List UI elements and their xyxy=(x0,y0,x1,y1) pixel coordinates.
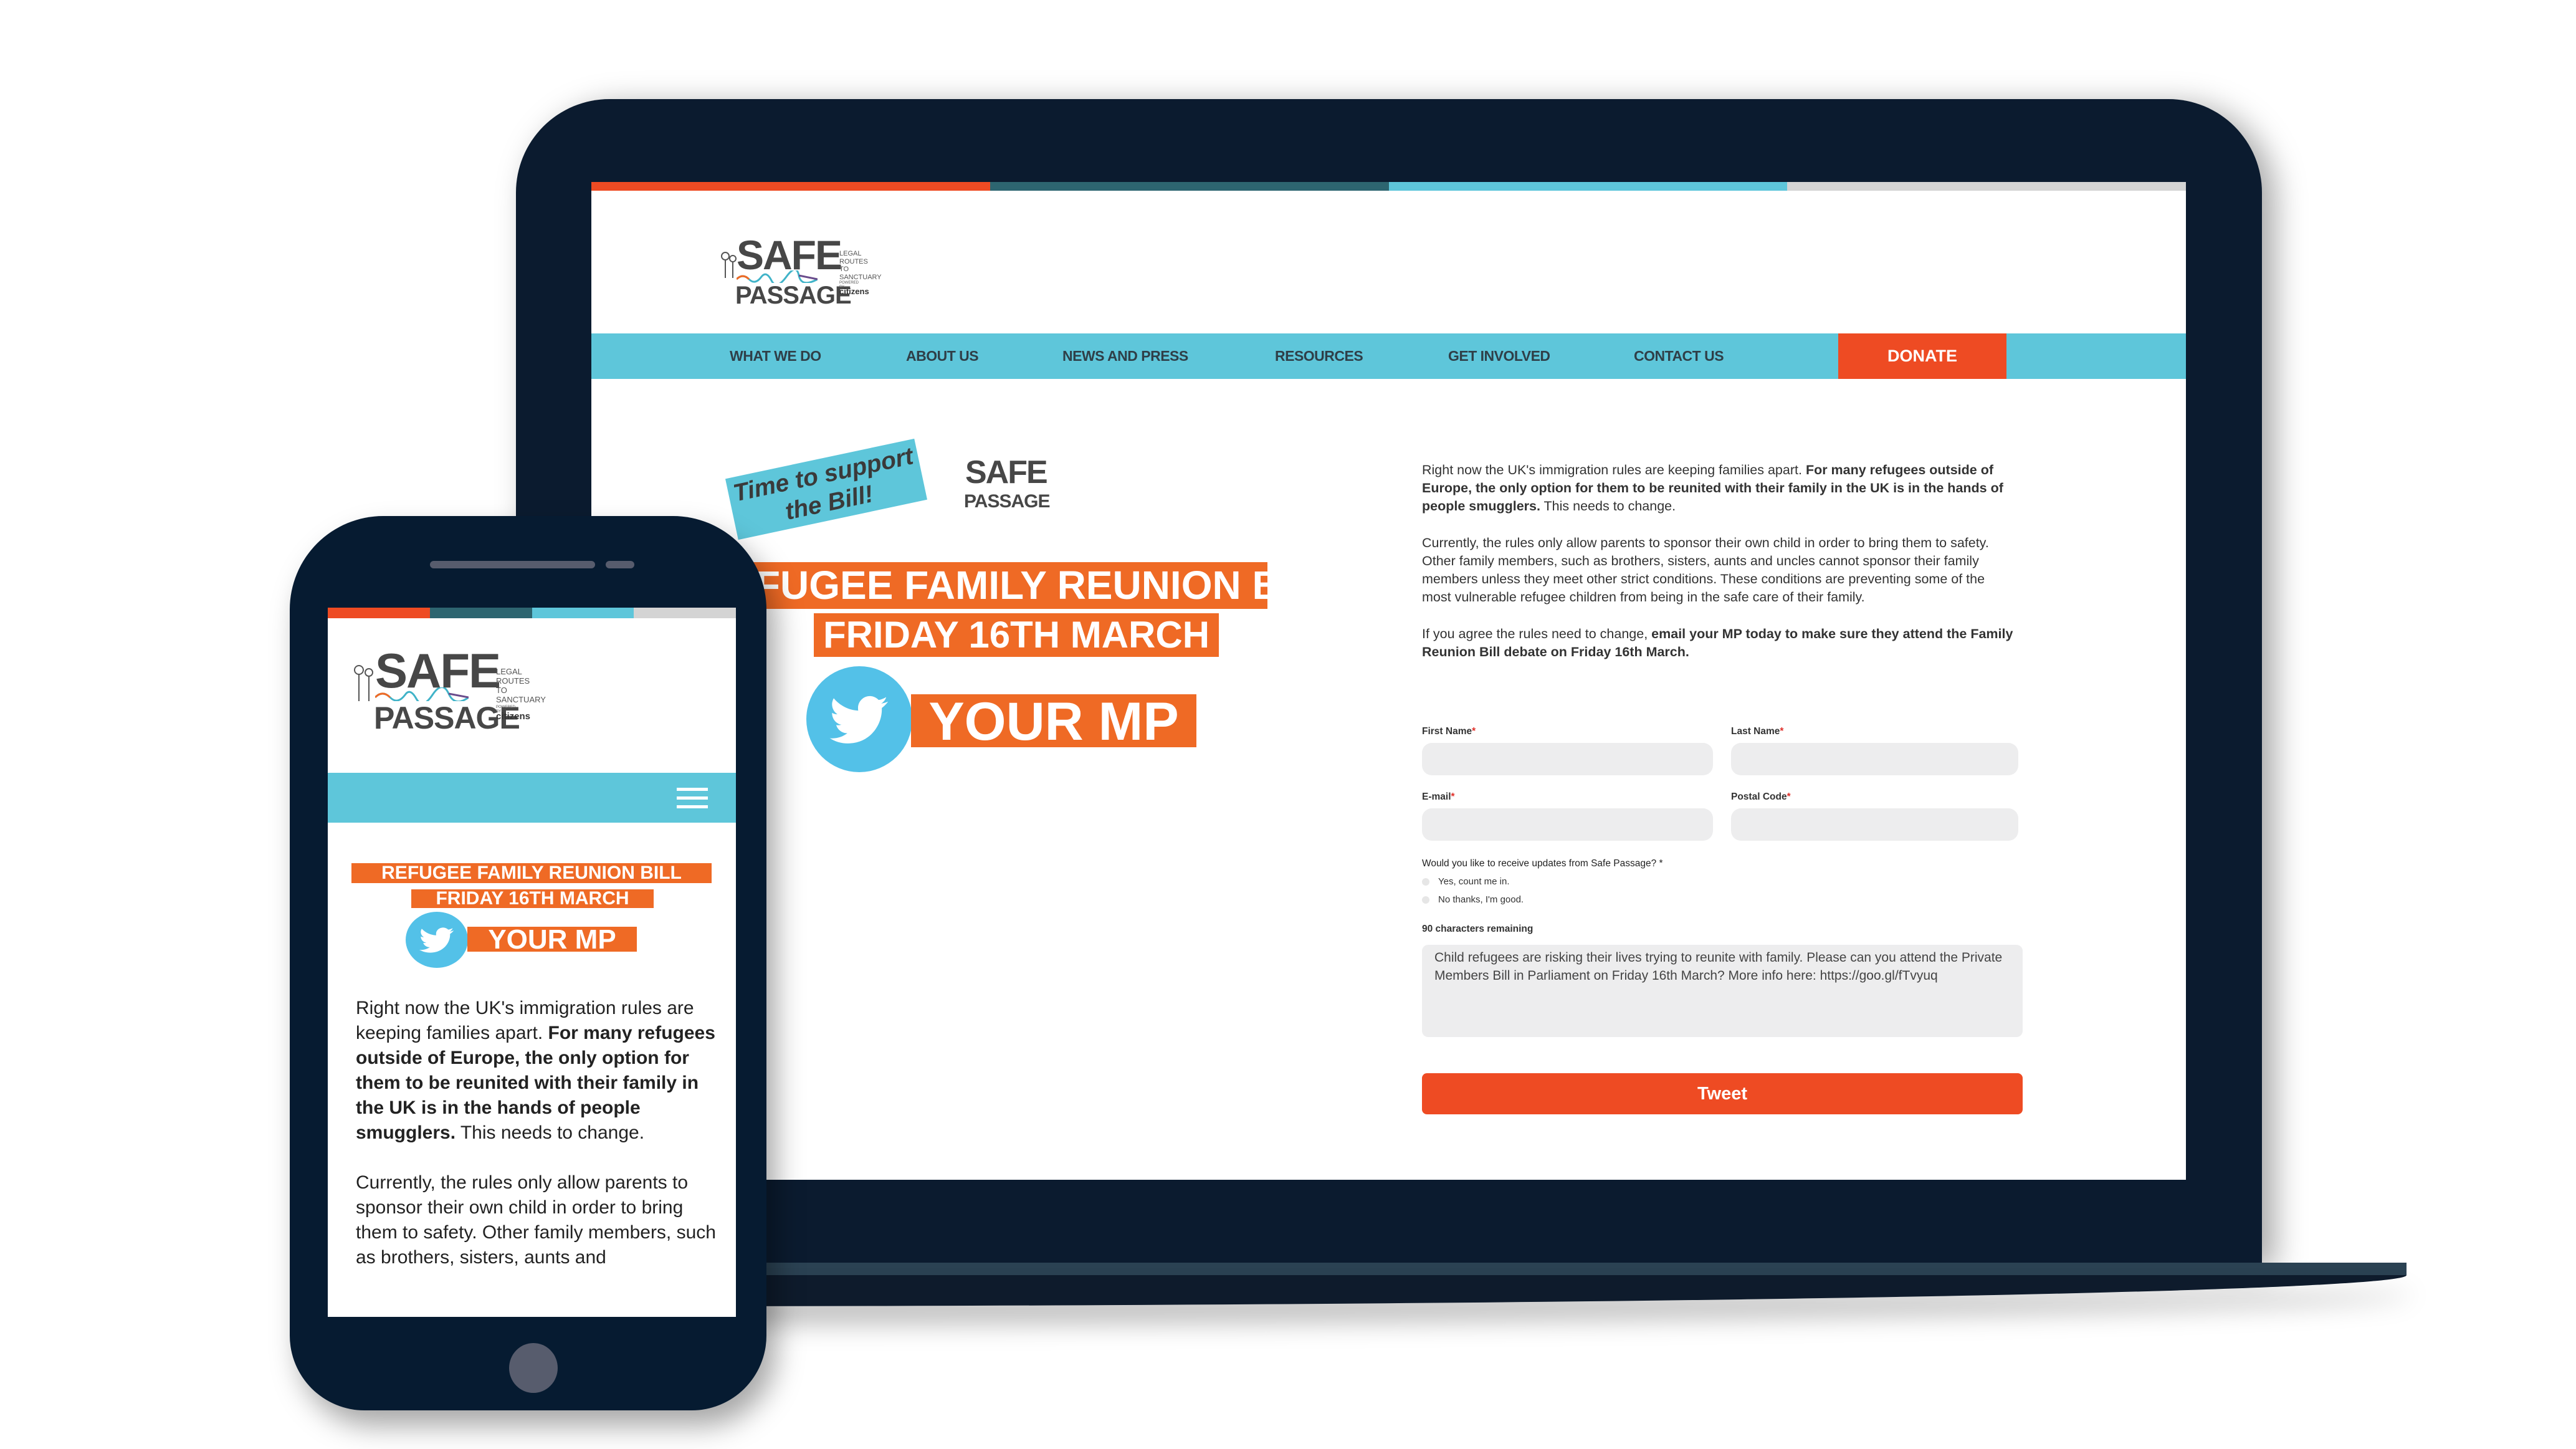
phone-intro-copy: Right now the UK's immigration rules are… xyxy=(356,996,717,1295)
hero-logo-safe: SAFE xyxy=(965,454,1048,490)
first-name-label: First Name* xyxy=(1422,726,1476,737)
site-header: SAFE PASSAGE LEGAL ROUTES TO SANCTUARY PO… xyxy=(591,191,2186,333)
email-input[interactable] xyxy=(1422,808,1713,841)
phone-hero-date: FRIDAY 16TH MARCH xyxy=(411,889,654,908)
last-name-input[interactable] xyxy=(1731,743,2018,775)
phone-logo-partner: citizens xyxy=(496,711,531,722)
phone-camera xyxy=(606,561,634,568)
phone-screen: SAFE PASSAGE LEGAL ROUTES TO SANCTUARY PO… xyxy=(328,608,736,1317)
phone-logo-wave-icon xyxy=(375,687,469,701)
phone-children-figures-icon xyxy=(354,665,373,701)
logo-partner: citizens xyxy=(839,287,869,296)
phone-color-stripe xyxy=(328,608,736,618)
characters-remaining: 90 characters remaining xyxy=(1422,924,1534,934)
updates-question: Would you like to receive updates from S… xyxy=(1422,858,1663,869)
phone-intro-paragraph-2: Currently, the rules only allow parents … xyxy=(356,1172,716,1268)
hamburger-icon[interactable] xyxy=(677,788,708,809)
nav-contact-us[interactable]: CONTACT US xyxy=(1634,333,1724,379)
postal-code-input[interactable] xyxy=(1731,808,2018,841)
radio-no[interactable] xyxy=(1422,896,1429,904)
hero-date: FRIDAY 16TH MARCH xyxy=(814,613,1219,657)
laptop-base xyxy=(623,1275,2407,1306)
phone-speaker xyxy=(430,561,595,568)
main-nav: WHAT WE DO ABOUT US NEWS AND PRESS RESOU… xyxy=(591,333,2186,379)
phone-home-button[interactable] xyxy=(509,1343,558,1393)
phone-logo-tagline: LEGAL ROUTES TO SANCTUARY xyxy=(496,667,546,704)
intro-paragraph-2: Currently, the rules only allow parents … xyxy=(1422,535,1989,605)
logo-passage: PASSAGE xyxy=(735,282,852,309)
phone-intro-paragraph-1: Right now the UK's immigration rules are… xyxy=(356,998,715,1143)
tweet-message-textarea[interactable]: Child refugees are risking their lives t… xyxy=(1422,945,2023,1037)
nav-news-and-press[interactable]: NEWS AND PRESS xyxy=(1062,333,1188,379)
phone-twitter-bird-icon xyxy=(406,912,468,968)
radio-option-no[interactable]: No thanks, I'm good. xyxy=(1422,894,1524,905)
laptop-screen: SAFE PASSAGE LEGAL ROUTES TO SANCTUARY PO… xyxy=(591,182,2186,1180)
phone-hero-your-mp: YOUR MP xyxy=(467,926,637,954)
nav-about-us[interactable]: ABOUT US xyxy=(906,333,979,379)
logo-tagline: LEGAL ROUTES TO SANCTUARY xyxy=(839,250,882,281)
postal-code-label: Postal Code* xyxy=(1731,791,1791,802)
radio-no-label: No thanks, I'm good. xyxy=(1438,894,1524,905)
tweet-button[interactable]: Tweet xyxy=(1422,1073,2023,1114)
laptop-hinge xyxy=(623,1263,2407,1275)
intro-paragraph-3: If you agree the rules need to change, e… xyxy=(1422,626,2013,659)
first-name-input[interactable] xyxy=(1422,743,1713,775)
logo-safe: SAFE xyxy=(737,232,842,278)
radio-option-yes[interactable]: Yes, count me in. xyxy=(1422,876,1510,887)
email-label: E-mail* xyxy=(1422,791,1455,802)
last-name-label: Last Name* xyxy=(1731,726,1784,737)
twitter-bird-icon xyxy=(806,666,912,772)
intro-copy: Right now the UK's immigration rules are… xyxy=(1422,461,2014,680)
phone-nav-bar xyxy=(328,773,736,823)
hero-your-mp: YOUR MP xyxy=(911,694,1196,749)
donate-button[interactable]: DONATE xyxy=(1838,333,2006,379)
nav-what-we-do[interactable]: WHAT WE DO xyxy=(730,333,821,379)
hero-logo-passage: PASSAGE xyxy=(964,491,1050,512)
nav-get-involved[interactable]: GET INVOLVED xyxy=(1448,333,1550,379)
color-stripe xyxy=(591,182,2186,191)
support-bill-sticker: Time to support the Bill! xyxy=(725,438,928,540)
radio-yes[interactable] xyxy=(1422,878,1429,886)
nav-resources[interactable]: RESOURCES xyxy=(1275,333,1363,379)
phone-hero-bill-title: REFUGEE FAMILY REUNION BILL xyxy=(351,863,712,883)
intro-paragraph-1: Right now the UK's immigration rules are… xyxy=(1422,462,2003,514)
logo-wave-icon xyxy=(737,270,818,283)
radio-yes-label: Yes, count me in. xyxy=(1438,876,1510,887)
hero-bill-title: REFUGEE FAMILY REUNION BILL xyxy=(725,562,1267,609)
